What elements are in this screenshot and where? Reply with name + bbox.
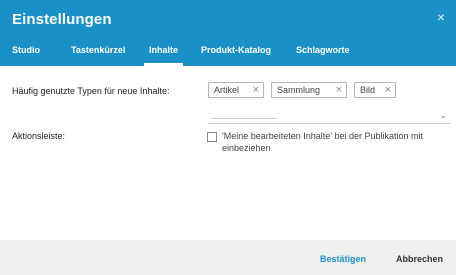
tab-studio[interactable]: Studio <box>12 44 40 66</box>
content-types-label: Häufig genutzte Typen für neue Inhalte: <box>12 86 170 96</box>
tag-label: Bild <box>360 85 376 95</box>
settings-dialog: Einstellungen × Studio Tastenkürzel Inha… <box>0 0 456 275</box>
type-select-underline[interactable] <box>208 123 450 124</box>
chevron-down-icon[interactable]: ⌄ <box>440 111 447 120</box>
tab-bar: Studio Tastenkürzel Inhalte Produkt-Kata… <box>0 44 456 66</box>
cancel-button[interactable]: Abbrechen <box>396 254 443 264</box>
remove-tag-icon[interactable]: × <box>385 83 391 97</box>
type-input-underline <box>212 118 276 119</box>
tab-inhalte[interactable]: Inhalte <box>143 44 184 66</box>
tag-bild: Bild × <box>354 82 396 98</box>
tag-label: Artikel <box>214 85 240 95</box>
tag-sammlung: Sammlung × <box>271 82 347 98</box>
remove-tag-icon[interactable]: × <box>253 83 259 97</box>
tab-tastenkuerzel[interactable]: Tastenkürzel <box>71 44 125 66</box>
tag-label: Sammlung <box>277 85 321 95</box>
dialog-footer: Bestätigen Abbrechen <box>0 240 456 275</box>
include-edited-checkbox[interactable] <box>207 132 217 142</box>
tab-schlagworte[interactable]: Schlagworte <box>296 44 350 66</box>
tab-produkt-katalog[interactable]: Produkt-Katalog <box>201 44 271 66</box>
dialog-title: Einstellungen <box>12 11 112 28</box>
action-bar-label: Aktionsleiste: <box>12 131 66 141</box>
tag-artikel: Artikel × <box>208 82 264 98</box>
confirm-button[interactable]: Bestätigen <box>320 254 366 264</box>
include-edited-label[interactable]: 'Meine bearbeiteten Inhalte' bei der Pub… <box>222 130 448 154</box>
dialog-header: Einstellungen × Studio Tastenkürzel Inha… <box>0 0 456 66</box>
remove-tag-icon[interactable]: × <box>336 83 342 97</box>
close-icon[interactable]: × <box>434 10 448 24</box>
